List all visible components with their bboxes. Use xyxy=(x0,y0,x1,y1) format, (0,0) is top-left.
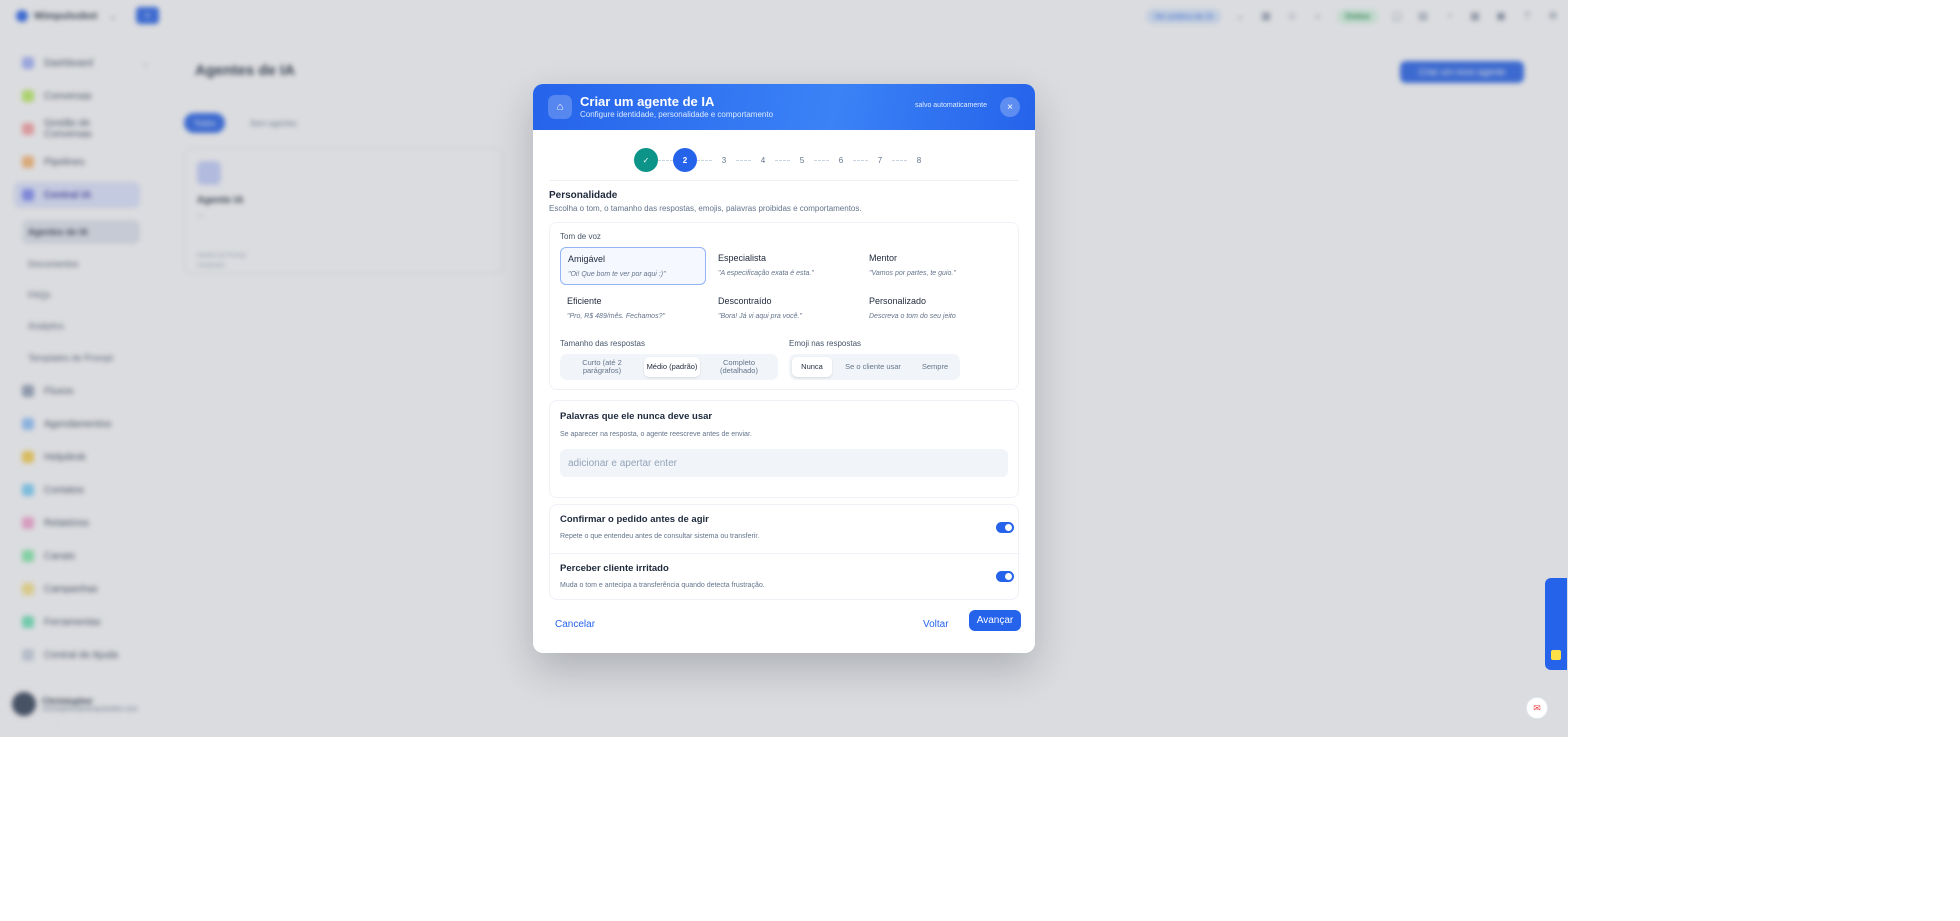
step-connector xyxy=(853,160,868,161)
emoji-segmented-control: Nunca Se o cliente usar Sempre xyxy=(789,354,960,380)
tone-option-especialista[interactable]: Especialista "A especificação exata é es… xyxy=(711,247,857,285)
chat-fab-button[interactable]: ✉ xyxy=(1526,697,1548,719)
tone-name: Eficiente xyxy=(567,296,602,306)
step-connector xyxy=(775,160,790,161)
toggle-knob xyxy=(1005,573,1012,580)
close-button[interactable]: × xyxy=(1000,97,1020,117)
step-8[interactable]: 8 xyxy=(907,148,931,172)
toggle-title: Confirmar o pedido antes de agir xyxy=(560,514,709,525)
step-4[interactable]: 4 xyxy=(751,148,775,172)
toggle-description: Muda o tom e antecipa a transferência qu… xyxy=(560,582,765,589)
step-2-current[interactable]: 2 xyxy=(673,148,697,172)
tone-option-mentor[interactable]: Mentor "Vamos por partes, te guio." xyxy=(862,247,1008,285)
behavior-toggles-card: Confirmar o pedido antes de agir Repete … xyxy=(549,504,1020,601)
length-option-short[interactable]: Curto (até 2 parágrafos) xyxy=(564,357,640,377)
emoji-option-if-client[interactable]: Se o cliente usar xyxy=(835,357,911,377)
create-agent-modal: ⌂ Criar um agente de IA Configure identi… xyxy=(533,84,1035,653)
robot-icon: ⌂ xyxy=(548,95,572,119)
tone-option-personalizado[interactable]: Personalizado Descreva o tom do seu jeit… xyxy=(862,290,1008,328)
feedback-tab[interactable] xyxy=(1545,578,1567,670)
step-3[interactable]: 3 xyxy=(712,148,736,172)
step-connector xyxy=(697,160,712,161)
step-1-done[interactable]: ✓ xyxy=(634,148,658,172)
tone-option-descontraido[interactable]: Descontraído "Bora! Já vi aqui pra você.… xyxy=(711,290,857,328)
app-window: Wimpulsobot ⌄ + Ver prática de IA ⌄ ▦ ☺ … xyxy=(0,0,1568,737)
step-connector xyxy=(658,160,673,161)
modal-footer: Cancelar Voltar Avançar xyxy=(533,610,1035,653)
section-subtitle: Escolha o tom, o tamanho das respostas, … xyxy=(549,204,862,213)
tone-example: "Oi! Que bom te ver por aqui :)" xyxy=(568,271,666,278)
tone-name: Mentor xyxy=(869,253,898,263)
tone-name: Especialista xyxy=(718,253,767,263)
length-option-medium[interactable]: Médio (padrão) xyxy=(644,357,700,377)
length-segmented-control: Curto (até 2 parágrafos) Médio (padrão) … xyxy=(560,354,778,380)
tone-option-eficiente[interactable]: Eficiente "Pro, R$ 489/mês. Fechamos?" xyxy=(560,290,706,328)
forbidden-words-hint: Se aparecer na resposta, o agente reescr… xyxy=(560,431,752,438)
forbidden-words-title: Palavras que ele nunca deve usar xyxy=(560,411,713,422)
step-6[interactable]: 6 xyxy=(829,148,853,172)
tone-name: Personalizado xyxy=(869,296,927,306)
tone-label: Tom de voz xyxy=(560,232,601,241)
tone-name: Descontraído xyxy=(718,296,772,306)
back-button[interactable]: Voltar xyxy=(923,619,949,630)
tone-option-amigavel[interactable]: Amigável "Oi! Que bom te ver por aqui :)… xyxy=(560,247,706,285)
length-label: Tamanho das respostas xyxy=(560,339,645,348)
step-5[interactable]: 5 xyxy=(790,148,814,172)
emoji-option-always[interactable]: Sempre xyxy=(913,357,957,377)
tone-example: "A especificação exata é esta." xyxy=(718,270,814,277)
autosave-status: salvo automaticamente xyxy=(915,102,987,109)
length-option-complete[interactable]: Completo (detalhado) xyxy=(704,357,774,377)
toggle-knob xyxy=(1005,524,1012,531)
toggle-row-confirm: Confirmar o pedido antes de agir Repete … xyxy=(550,505,1020,553)
forbidden-words-card: Palavras que ele nunca deve usar Se apar… xyxy=(549,400,1019,498)
detect-irritated-client-toggle[interactable] xyxy=(996,571,1014,582)
tone-settings-card: Tom de voz Amigável "Oi! Que bom te ver … xyxy=(549,222,1019,390)
cancel-button[interactable]: Cancelar xyxy=(555,619,595,630)
tone-example: "Bora! Já vi aqui pra você." xyxy=(718,313,802,320)
confirm-before-acting-toggle[interactable] xyxy=(996,522,1014,533)
step-connector xyxy=(736,160,751,161)
emoji-label: Emoji nas respostas xyxy=(789,339,862,348)
wizard-stepper: ✓ 2 3 4 5 6 7 8 xyxy=(634,148,934,172)
next-button[interactable]: Avançar xyxy=(969,610,1021,631)
emoji-option-never[interactable]: Nunca xyxy=(792,357,832,377)
step-connector xyxy=(814,160,829,161)
feedback-icon xyxy=(1551,650,1561,660)
tone-example: Descreva o tom do seu jeito xyxy=(869,313,956,320)
section-title: Personalidade xyxy=(549,190,618,201)
toggle-description: Repete o que entendeu antes de consultar… xyxy=(560,533,760,540)
toggle-row-irritated: Perceber cliente irritado Muda o tom e a… xyxy=(550,553,1020,601)
tone-example: "Vamos por partes, te guio." xyxy=(869,270,956,277)
forbidden-words-input[interactable] xyxy=(560,449,1008,477)
modal-subtitle: Configure identidade, personalidade e co… xyxy=(580,110,774,119)
modal-title: Criar um agente de IA xyxy=(580,94,715,109)
step-7[interactable]: 7 xyxy=(868,148,892,172)
divider xyxy=(549,180,1019,181)
step-connector xyxy=(892,160,907,161)
toggle-title: Perceber cliente irritado xyxy=(560,563,669,574)
tone-example: "Pro, R$ 489/mês. Fechamos?" xyxy=(567,313,665,320)
tone-name: Amigável xyxy=(568,254,606,264)
modal-header: ⌂ Criar um agente de IA Configure identi… xyxy=(533,84,1035,130)
